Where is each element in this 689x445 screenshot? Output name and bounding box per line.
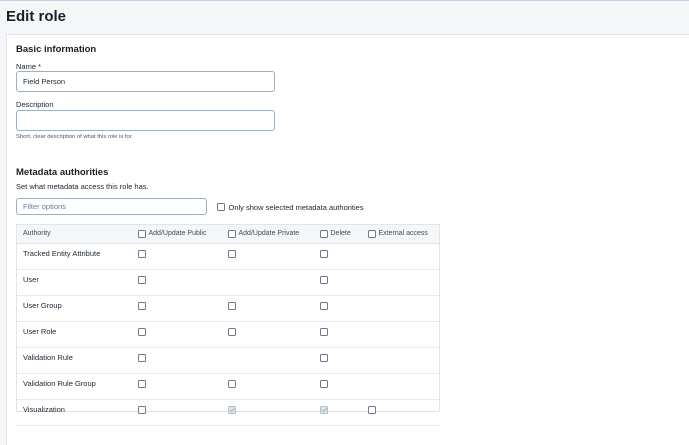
authority-name: User Role bbox=[23, 327, 57, 336]
private-checkbox[interactable] bbox=[228, 328, 236, 336]
only-show-selected-toggle[interactable]: Only show selected metadata authorities bbox=[217, 202, 364, 212]
authority-name: User bbox=[23, 275, 39, 284]
description-input[interactable] bbox=[16, 110, 275, 131]
delete-checkbox[interactable] bbox=[320, 328, 328, 336]
edit-role-form: Basic information Name * Description Sho… bbox=[6, 34, 689, 445]
name-label: Name * bbox=[16, 62, 42, 71]
authority-name: Visualization bbox=[23, 405, 65, 414]
authority-name: Validation Rule Group bbox=[23, 379, 96, 388]
public-checkbox[interactable] bbox=[138, 276, 146, 284]
authority-name: User Group bbox=[23, 301, 62, 310]
private-checkbox bbox=[228, 406, 236, 414]
select-all-public-checkbox[interactable] bbox=[138, 230, 146, 238]
table-row: Validation Rule Group bbox=[17, 374, 439, 400]
select-all-delete-checkbox[interactable] bbox=[320, 230, 328, 238]
filter-options-input[interactable] bbox=[16, 198, 207, 215]
table-row: Validation Rule bbox=[17, 348, 439, 374]
public-checkbox[interactable] bbox=[138, 250, 146, 258]
only-show-selected-checkbox[interactable] bbox=[217, 203, 225, 211]
column-header-add-update-public[interactable]: Add/Update Public bbox=[138, 230, 206, 238]
private-checkbox[interactable] bbox=[228, 302, 236, 310]
authority-name: Tracked Entity Attribute bbox=[23, 249, 101, 258]
column-header-delete[interactable]: Delete bbox=[320, 230, 351, 238]
metadata-authorities-heading: Metadata authorities bbox=[16, 167, 109, 178]
table-row: Tracked Entity Attribute bbox=[17, 244, 439, 270]
public-checkbox[interactable] bbox=[138, 380, 146, 388]
table-header: Authority Add/Update Public Add/Update P… bbox=[17, 225, 439, 244]
description-help-text: Short, clear description of what this ro… bbox=[16, 134, 133, 140]
external-checkbox[interactable] bbox=[368, 406, 376, 414]
column-header-external-access[interactable]: External access bbox=[368, 230, 428, 238]
metadata-authorities-table: Authority Add/Update Public Add/Update P… bbox=[16, 224, 440, 426]
authority-name: Validation Rule bbox=[23, 353, 73, 362]
delete-checkbox bbox=[320, 406, 328, 414]
table-row: User Group bbox=[17, 296, 439, 322]
public-checkbox[interactable] bbox=[138, 302, 146, 310]
select-all-external-checkbox[interactable] bbox=[368, 230, 376, 238]
name-input[interactable] bbox=[16, 71, 275, 92]
page-header: Edit role bbox=[0, 0, 689, 34]
description-label: Description bbox=[16, 100, 54, 109]
public-checkbox[interactable] bbox=[138, 354, 146, 362]
column-header-add-update-private[interactable]: Add/Update Private bbox=[228, 230, 299, 238]
delete-checkbox[interactable] bbox=[320, 354, 328, 362]
public-checkbox[interactable] bbox=[138, 406, 146, 414]
delete-checkbox[interactable] bbox=[320, 302, 328, 310]
private-checkbox[interactable] bbox=[228, 380, 236, 388]
delete-checkbox[interactable] bbox=[320, 380, 328, 388]
table-row: User Role bbox=[17, 322, 439, 348]
public-checkbox[interactable] bbox=[138, 328, 146, 336]
page-title: Edit role bbox=[6, 8, 67, 25]
metadata-authorities-description: Set what metadata access this role has. bbox=[16, 182, 149, 191]
delete-checkbox[interactable] bbox=[320, 250, 328, 258]
only-show-selected-label: Only show selected metadata authorities bbox=[228, 202, 364, 212]
private-checkbox[interactable] bbox=[228, 250, 236, 258]
delete-checkbox[interactable] bbox=[320, 276, 328, 284]
column-header-authority: Authority bbox=[23, 230, 51, 237]
basic-information-heading: Basic information bbox=[16, 44, 97, 55]
table-row: User bbox=[17, 270, 439, 296]
select-all-private-checkbox[interactable] bbox=[228, 230, 236, 238]
table-row: Visualization bbox=[17, 400, 439, 426]
